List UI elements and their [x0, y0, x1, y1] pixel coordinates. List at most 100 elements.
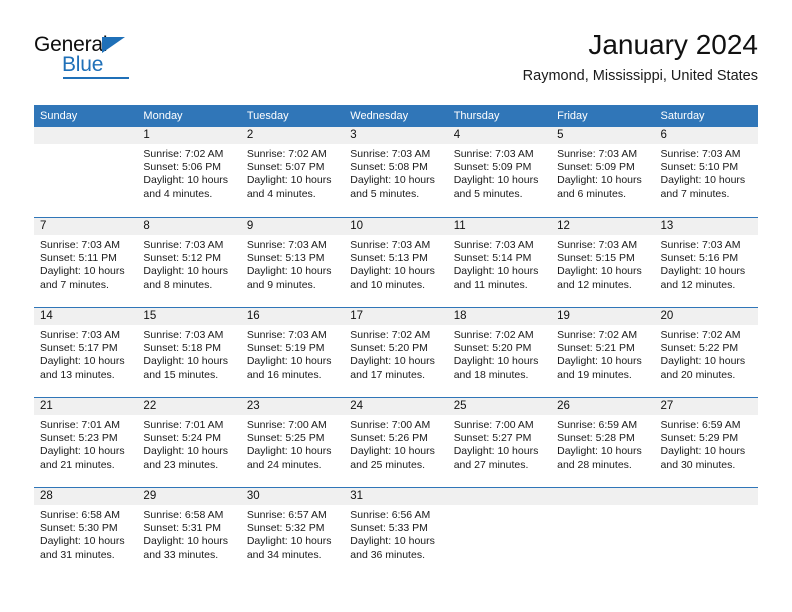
day-number: 15: [137, 308, 241, 325]
day-details: Sunrise: 7:00 AM Sunset: 5:26 PM Daylight:…: [344, 415, 447, 472]
sunset-time: Sunset: 5:17 PM: [40, 342, 118, 355]
calendar-day-cell[interactable]: 29 Sunrise: 6:58 AM Sunset: 5:31 PM Dayligh…: [137, 488, 241, 577]
calendar-day-cell[interactable]: 1 Sunrise: 7:02 AM Sunset: 5:06 PM Daylight…: [137, 127, 241, 217]
calendar-day-cell[interactable]: 14 Sunrise: 7:03 AM Sunset: 5:17 PM Dayligh…: [34, 308, 138, 397]
calendar-day-cell[interactable]: 28 Sunrise: 6:58 AM Sunset: 5:30 PM Dayligh…: [34, 488, 138, 577]
sunrise-time: Sunrise: 7:03 AM: [143, 329, 224, 341]
daylight-duration-line1: Daylight: 10 hours: [350, 535, 435, 548]
day-number: 22: [137, 398, 241, 415]
daylight-duration-line1: Daylight: 10 hours: [246, 174, 332, 187]
calendar-day-cell[interactable]: 31 Sunrise: 6:56 AM Sunset: 5:33 PM Dayligh…: [344, 488, 448, 577]
calendar-day-cell[interactable]: 19 Sunrise: 7:02 AM Sunset: 5:21 PM Dayligh…: [551, 308, 655, 397]
calendar-day-cell[interactable]: 12 Sunrise: 7:03 AM Sunset: 5:15 PM Dayligh…: [551, 218, 655, 307]
sunrise-time: Sunrise: 7:03 AM: [453, 148, 534, 160]
daylight-duration-line2: and 12 minutes.: [557, 278, 632, 291]
sunrise-time: Sunrise: 6:56 AM: [350, 509, 431, 521]
day-details: Sunrise: 6:59 AM Sunset: 5:29 PM Daylight:…: [655, 415, 758, 472]
calendar-day-cell[interactable]: 23 Sunrise: 7:00 AM Sunset: 5:25 PM Dayligh…: [240, 398, 345, 487]
day-number: 2: [240, 127, 345, 144]
day-number: 11: [447, 218, 552, 235]
sunrise-time: Sunrise: 6:59 AM: [557, 419, 638, 431]
sunrise-time: Sunrise: 7:03 AM: [350, 148, 431, 160]
calendar-day-cell[interactable]: 3 Sunrise: 7:03 AM Sunset: 5:08 PM Daylight…: [344, 127, 448, 217]
weekday-header-wednesday: Wednesday: [350, 110, 409, 122]
calendar-day-cell-empty: [654, 488, 758, 577]
generalblue-logo[interactable]: General Blue: [34, 34, 164, 80]
day-number: 14: [34, 308, 138, 325]
daylight-duration-line2: and 33 minutes.: [143, 548, 219, 561]
calendar-day-cell[interactable]: 21 Sunrise: 7:01 AM Sunset: 5:23 PM Dayligh…: [34, 398, 138, 487]
weekday-header-thursday: Thursday: [453, 110, 500, 122]
sunset-time: Sunset: 5:25 PM: [246, 432, 325, 445]
day-details: Sunrise: 7:02 AM Sunset: 5:07 PM Daylight:…: [241, 144, 344, 201]
sunset-time: Sunset: 5:18 PM: [143, 342, 222, 355]
day-details: Sunrise: 7:02 AM Sunset: 5:06 PM Daylight:…: [137, 144, 240, 201]
daylight-duration-line1: Daylight: 10 hours: [143, 355, 229, 368]
daylight-duration-line2: and 5 minutes.: [350, 187, 420, 200]
calendar-day-cell[interactable]: 11 Sunrise: 7:03 AM Sunset: 5:14 PM Dayligh…: [447, 218, 552, 307]
sunset-time: Sunset: 5:08 PM: [350, 161, 428, 174]
calendar-day-cell[interactable]: 22 Sunrise: 7:01 AM Sunset: 5:24 PM Dayligh…: [137, 398, 241, 487]
day-number: 13: [654, 218, 758, 235]
calendar-day-cell[interactable]: 24 Sunrise: 7:00 AM Sunset: 5:26 PM Dayligh…: [344, 398, 448, 487]
daylight-duration-line2: and 8 minutes.: [143, 278, 213, 291]
sunrise-time: Sunrise: 7:02 AM: [143, 148, 224, 160]
calendar-day-cell[interactable]: 16 Sunrise: 7:03 AM Sunset: 5:19 PM Dayligh…: [240, 308, 345, 397]
day-number: [551, 488, 655, 505]
daylight-duration-line2: and 12 minutes.: [660, 278, 736, 291]
calendar-day-cell[interactable]: 13 Sunrise: 7:03 AM Sunset: 5:16 PM Dayligh…: [654, 218, 758, 307]
calendar-day-cell[interactable]: 10 Sunrise: 7:03 AM Sunset: 5:13 PM Dayligh…: [344, 218, 448, 307]
day-number: 27: [654, 398, 758, 415]
calendar-day-cell[interactable]: 26 Sunrise: 6:59 AM Sunset: 5:28 PM Dayligh…: [551, 398, 655, 487]
daylight-duration-line1: Daylight: 10 hours: [246, 535, 332, 548]
daylight-duration-line2: and 24 minutes.: [246, 458, 322, 471]
calendar-day-cell-empty: [34, 127, 138, 217]
sunrise-time: Sunrise: 7:03 AM: [557, 148, 638, 160]
daylight-duration-line1: Daylight: 10 hours: [453, 355, 539, 368]
day-details: Sunrise: 7:02 AM Sunset: 5:22 PM Daylight:…: [655, 325, 758, 382]
daylight-duration-line1: Daylight: 10 hours: [40, 535, 125, 548]
sunset-time: Sunset: 5:10 PM: [660, 161, 739, 174]
daylight-duration-line2: and 18 minutes.: [453, 368, 529, 381]
calendar-day-cell[interactable]: 18 Sunrise: 7:02 AM Sunset: 5:20 PM Dayligh…: [447, 308, 552, 397]
daylight-duration-line1: Daylight: 10 hours: [40, 445, 125, 458]
calendar-day-cell[interactable]: 2 Sunrise: 7:02 AM Sunset: 5:07 PM Daylight…: [240, 127, 345, 217]
daylight-duration-line2: and 31 minutes.: [40, 548, 115, 561]
sunset-time: Sunset: 5:19 PM: [246, 342, 325, 355]
calendar-day-cell[interactable]: 15 Sunrise: 7:03 AM Sunset: 5:18 PM Dayligh…: [137, 308, 241, 397]
calendar-day-cell[interactable]: 8 Sunrise: 7:03 AM Sunset: 5:12 PM Daylight…: [137, 218, 241, 307]
day-details: Sunrise: 7:03 AM Sunset: 5:12 PM Daylight:…: [137, 235, 240, 292]
calendar-week-row: 7 Sunrise: 7:03 AM Sunset: 5:11 PM Daylight…: [34, 217, 758, 307]
day-number: [654, 488, 758, 505]
weekday-header-row: Sunday Monday Tuesday Wednesday Thursday Frid…: [34, 105, 758, 127]
page-title: January 2024: [588, 29, 758, 60]
calendar-day-cell[interactable]: 4 Sunrise: 7:03 AM Sunset: 5:09 PM Daylight…: [447, 127, 552, 217]
sunset-time: Sunset: 5:32 PM: [246, 522, 325, 535]
sunset-time: Sunset: 5:11 PM: [40, 252, 117, 265]
calendar-day-cell[interactable]: 27 Sunrise: 6:59 AM Sunset: 5:29 PM Dayligh…: [654, 398, 758, 487]
daylight-duration-line2: and 17 minutes.: [350, 368, 425, 381]
sunrise-time: Sunrise: 7:02 AM: [453, 329, 534, 341]
calendar-day-cell[interactable]: 20 Sunrise: 7:02 AM Sunset: 5:22 PM Dayligh…: [654, 308, 758, 397]
daylight-duration-line2: and 23 minutes.: [143, 458, 219, 471]
calendar-day-cell[interactable]: 5 Sunrise: 7:03 AM Sunset: 5:09 PM Daylight…: [551, 127, 655, 217]
daylight-duration-line2: and 15 minutes.: [143, 368, 219, 381]
sunset-time: Sunset: 5:33 PM: [350, 522, 428, 535]
day-number: 10: [344, 218, 448, 235]
daylight-duration-line2: and 7 minutes.: [40, 278, 109, 291]
calendar-day-cell[interactable]: 17 Sunrise: 7:02 AM Sunset: 5:20 PM Dayligh…: [344, 308, 448, 397]
day-details: Sunrise: 7:02 AM Sunset: 5:21 PM Daylight:…: [551, 325, 654, 382]
day-number: 23: [240, 398, 345, 415]
calendar-page: General Blue January 2024 Raymond, Missi…: [0, 0, 792, 612]
sunrise-time: Sunrise: 7:03 AM: [246, 329, 327, 341]
calendar-day-cell[interactable]: 6 Sunrise: 7:03 AM Sunset: 5:10 PM Daylight…: [654, 127, 758, 217]
calendar-day-cell[interactable]: 9 Sunrise: 7:03 AM Sunset: 5:13 PM Daylight…: [240, 218, 345, 307]
calendar-day-cell[interactable]: 30 Sunrise: 6:57 AM Sunset: 5:32 PM Dayligh…: [240, 488, 345, 577]
calendar-day-cell[interactable]: 25 Sunrise: 7:00 AM Sunset: 5:27 PM Dayligh…: [447, 398, 552, 487]
daylight-duration-line2: and 34 minutes.: [246, 548, 322, 561]
day-number: 7: [34, 218, 138, 235]
day-details: Sunrise: 7:03 AM Sunset: 5:10 PM Daylight:…: [655, 144, 758, 201]
sunset-time: Sunset: 5:06 PM: [143, 161, 222, 174]
sunrise-time: Sunrise: 6:59 AM: [660, 419, 741, 431]
calendar-day-cell[interactable]: 7 Sunrise: 7:03 AM Sunset: 5:11 PM Daylight…: [34, 218, 138, 307]
